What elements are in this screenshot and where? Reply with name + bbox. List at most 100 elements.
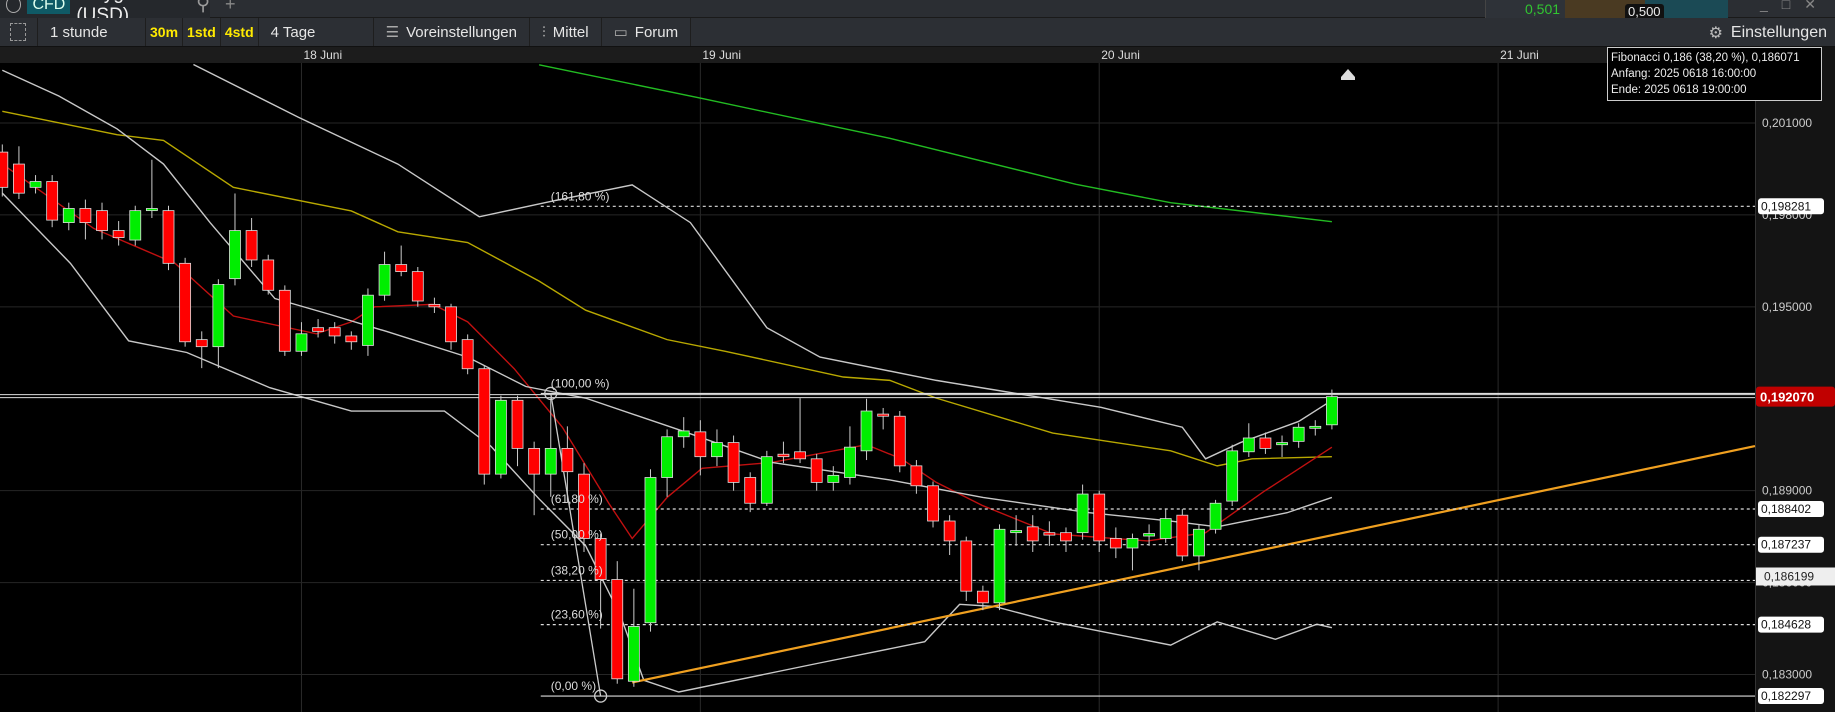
candle-body — [544, 447, 557, 475]
candle-down — [262, 254, 275, 295]
candle-body — [744, 477, 757, 504]
candle-body — [644, 477, 657, 624]
candle-body — [212, 284, 225, 348]
candle-up — [1292, 423, 1305, 448]
price-chart[interactable]: 0,2010000,1950000,1860000,1830000,198000… — [0, 0, 1835, 712]
candle-body — [428, 303, 441, 308]
candle-up — [1242, 423, 1255, 457]
interval-select[interactable]: 1 stunde — [38, 18, 146, 46]
candle-down — [79, 199, 92, 240]
candle-body — [943, 520, 956, 542]
candle-up — [827, 466, 840, 491]
candle-body — [162, 210, 175, 264]
search-icon[interactable]: ⚲ — [196, 0, 210, 16]
info-icon[interactable] — [6, 0, 22, 13]
add-tab-button[interactable]: + — [225, 0, 236, 15]
candle-down — [943, 515, 956, 556]
candle-body — [1109, 538, 1122, 549]
range-label: 4 Tage — [270, 23, 316, 41]
price-axis[interactable] — [1755, 47, 1835, 712]
candle-body — [661, 436, 673, 478]
quick-interval-30m[interactable]: 30m — [146, 18, 184, 46]
candle-body — [395, 264, 408, 273]
forum-button[interactable]: ▭ Forum — [602, 18, 692, 46]
candle-up — [378, 251, 391, 301]
grid-icon — [10, 23, 26, 41]
candle-body — [893, 415, 906, 467]
fib-level-label: (38,20 %) — [551, 563, 603, 577]
candle-body — [1226, 450, 1239, 502]
candle-down — [1043, 521, 1056, 546]
candle-body — [611, 579, 624, 680]
fib-level-label: (61,80 %) — [551, 492, 603, 506]
candle-down — [46, 175, 59, 228]
candle-body — [1242, 437, 1255, 453]
candle-up — [494, 395, 507, 479]
fibonacci-tooltip: Fibonacci 0,186 (38,20 %), 0,186071 Anfa… — [1607, 47, 1822, 101]
candle-down — [927, 481, 939, 528]
fib-level-label: (161,80 %) — [551, 189, 610, 203]
candle-up — [1209, 499, 1222, 534]
fib-level-label: (0,00 %) — [551, 679, 596, 693]
candle-up — [62, 202, 75, 231]
candle-down — [611, 561, 624, 684]
tooltip-line: Anfang: 2025 0618 16:00:00 — [1611, 68, 1757, 80]
quick-interval-4std[interactable]: 4std — [221, 18, 259, 46]
candle-body — [927, 485, 939, 522]
settings-button[interactable]: ⚙ Einstellungen — [1709, 18, 1827, 47]
candle-body — [1060, 532, 1072, 542]
candle-up — [844, 426, 856, 485]
candle-body — [0, 151, 9, 188]
indicators-label: Mittel — [552, 23, 589, 41]
range-select[interactable]: 4 Tage — [259, 18, 374, 46]
candle-up — [1076, 484, 1089, 540]
candle-up — [1326, 389, 1338, 430]
candle-body — [29, 181, 42, 188]
gear-icon: ⚙ — [1708, 24, 1723, 42]
candle-up — [760, 450, 773, 506]
candle-body — [627, 626, 640, 682]
fib-anchor-handle — [593, 689, 608, 703]
bid-price: 0,501 — [1525, 1, 1561, 17]
candle-down — [810, 453, 823, 491]
candle-up — [677, 417, 690, 448]
date-label: 19 Juni — [702, 48, 742, 62]
candle-body — [145, 208, 158, 212]
interval-label: 1 stunde — [50, 23, 108, 41]
fib-level-label: (100,00 %) — [551, 376, 610, 390]
candle-up — [644, 469, 657, 632]
candle-body — [96, 210, 108, 231]
quick-interval-1std[interactable]: 1std — [183, 18, 221, 46]
candle-body — [794, 451, 806, 460]
presets-button[interactable]: ☰ Voreinstellungen — [374, 18, 530, 46]
candles-icon: ⫶ — [542, 23, 546, 41]
candle-up — [295, 322, 308, 356]
instrument-tab[interactable]: CFD Polygon (USD) ⚲ — [0, 0, 210, 26]
candle-body — [578, 473, 590, 539]
candle-body — [993, 528, 1006, 604]
trendline — [631, 445, 1756, 684]
chart-toolbar: 1 stunde 30m 1std 4std 4 Tage ☰ Voreinste… — [0, 18, 1835, 47]
layout-grid-button[interactable] — [0, 18, 38, 46]
candle-body — [112, 230, 125, 238]
candle-down — [328, 322, 341, 344]
candle-body — [844, 446, 856, 478]
candle-down — [445, 303, 457, 350]
ma-mid-line — [2, 110, 1332, 467]
indicators-button[interactable]: ⫶ Mittel — [530, 18, 602, 46]
candle-down — [411, 267, 424, 307]
instrument-tab-bar: CFD Polygon (USD) ⚲ + 0,501 0,500 _□✕ — [0, 0, 1835, 26]
candle-body — [328, 327, 341, 337]
candle-body — [528, 447, 541, 475]
candle-up — [860, 398, 873, 461]
candle-down — [594, 533, 607, 629]
candle-body — [62, 208, 75, 223]
band-lower-line — [1, 192, 1333, 693]
window-controls[interactable]: _□✕ — [1760, 0, 1830, 13]
band-upper-line — [193, 63, 1333, 460]
candle-up — [1010, 515, 1023, 546]
candle-up — [1309, 420, 1322, 436]
candle-down — [96, 202, 108, 240]
candle-down — [960, 536, 973, 601]
candle-down — [578, 463, 590, 552]
